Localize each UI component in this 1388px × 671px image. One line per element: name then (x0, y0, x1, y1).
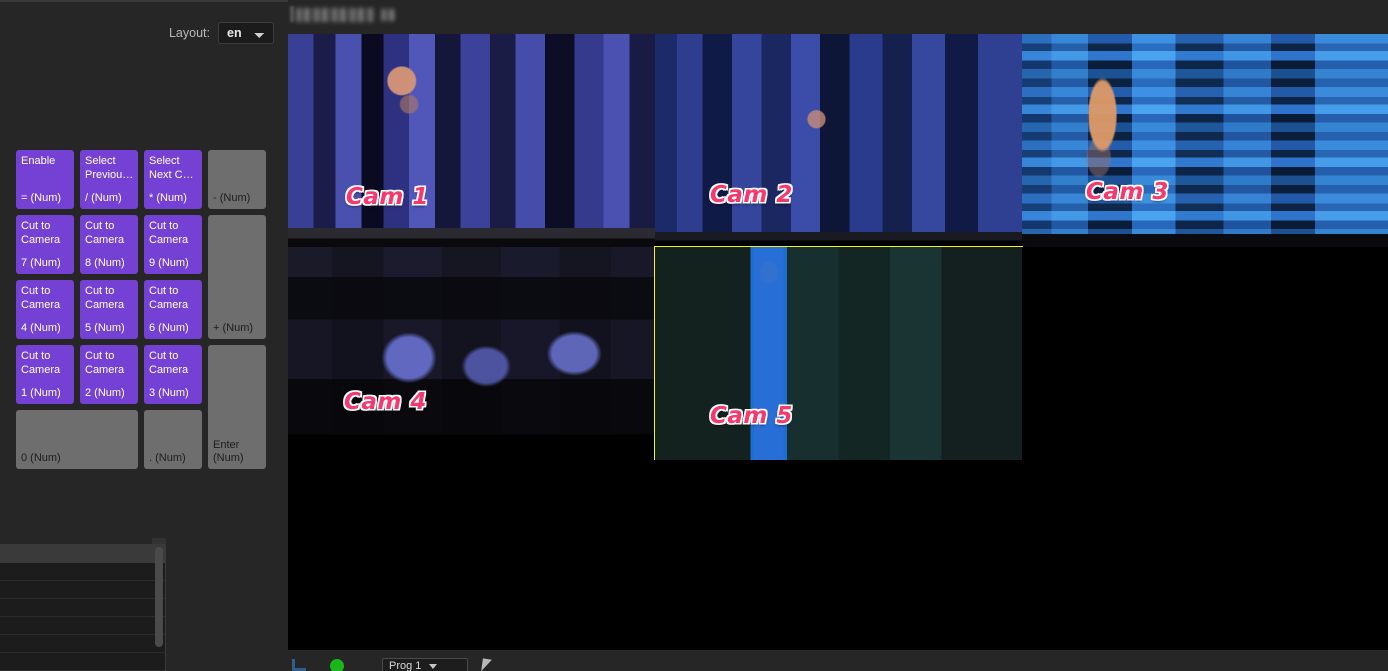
key-cut-to-camera-7[interactable]: Cut to Camera 7 1 (Num) (16, 345, 74, 404)
window-top-bar (288, 0, 1388, 34)
key-enable[interactable]: Enable = (Num) (16, 150, 74, 209)
key-code: * (Num) (149, 192, 187, 204)
key-title: Cut to Camera 9 (149, 350, 189, 376)
key-title: Cut to Camera 2 (85, 220, 125, 246)
key-unassigned-0-num[interactable]: 0 (Num) (16, 410, 138, 469)
key-title: Cut to Camera 1 (21, 220, 61, 246)
key-code: / (Num) (85, 192, 122, 204)
key-unassigned-num[interactable]: + (Num) (208, 215, 266, 339)
keyboard-layout-row: Layout: en (169, 22, 274, 44)
key-unassigned-num[interactable]: - (Num) (208, 150, 266, 209)
list-scrollbar-thumb[interactable] (155, 547, 163, 647)
key-cut-to-camera-2[interactable]: Cut to Camera 2 8 (Num) (80, 215, 138, 274)
key-cut-to-camera-3[interactable]: Cut to Camera 3 9 (Num) (144, 215, 202, 274)
key-code: 7 (Num) (21, 257, 61, 269)
live-status-indicator (330, 659, 344, 671)
redacted-title-text (296, 8, 374, 22)
key-title: Enable (21, 155, 56, 167)
key-code: 8 (Num) (85, 257, 125, 269)
key-title: Cut to Camera 8 (85, 350, 125, 376)
list-item[interactable] (0, 653, 165, 671)
camera-video-feed (288, 247, 655, 460)
program-selector[interactable]: Prog 1 (382, 658, 468, 671)
layout-select[interactable]: en (218, 22, 274, 44)
key-title: Cut to Camera 4 (21, 285, 61, 311)
numpad-shortcut-grid: Enable = (Num) Select Previou… / (Num) Selec… (16, 150, 276, 473)
crop-corner-icon (292, 659, 306, 671)
key-title: Select Next C… (149, 155, 194, 181)
key-code: = (Num) (21, 192, 62, 204)
key-code: . (Num) (149, 452, 186, 464)
key-code: 6 (Num) (149, 322, 189, 334)
multiview-area: Cam 1Cam 2Cam 3 Cam 4Cam 5Cam 6 Cam 7Cam 8… (288, 0, 1388, 671)
app-root: Layout: en Enable = (Num) Select Previou… /… (0, 0, 1388, 671)
shortcut-config-panel: Layout: en Enable = (Num) Select Previou… /… (0, 0, 288, 671)
key-code: 2 (Num) (85, 387, 125, 399)
chevron-down-icon (429, 663, 438, 669)
redacted-secondary-text (381, 9, 395, 21)
key-title: Cut to Camera 3 (149, 220, 189, 246)
camera-tile-1[interactable]: Cam 1 (288, 34, 655, 247)
list-item[interactable] (0, 617, 165, 635)
list-item[interactable] (0, 635, 165, 653)
redacted-edge-marker (290, 6, 294, 22)
key-select-previou[interactable]: Select Previou… / (Num) (80, 150, 138, 209)
key-cut-to-camera-5[interactable]: Cut to Camera 5 5 (Num) (80, 280, 138, 339)
list-item[interactable] (0, 563, 165, 581)
key-title: Cut to Camera 5 (85, 285, 125, 311)
list-item[interactable] (0, 599, 165, 617)
camera-grid: Cam 1Cam 2Cam 3 Cam 4Cam 5Cam 6 Cam 7Cam 8… (288, 34, 1388, 650)
key-code: - (Num) (213, 192, 251, 204)
camera-tile-3[interactable]: Cam 3 (1022, 34, 1388, 247)
key-select-next-c[interactable]: Select Next C… * (Num) (144, 150, 202, 209)
camera-video-feed (1022, 34, 1388, 247)
camera-tile-2[interactable]: Cam 2 (655, 34, 1022, 247)
key-code: 5 (Num) (85, 322, 125, 334)
mouse-cursor (481, 658, 492, 671)
key-code: 1 (Num) (21, 387, 61, 399)
key-code: 9 (Num) (149, 257, 189, 269)
list-item[interactable] (0, 581, 165, 599)
camera-tile-4[interactable]: Cam 4 (288, 247, 655, 460)
key-cut-to-camera-1[interactable]: Cut to Camera 1 7 (Num) (16, 215, 74, 274)
key-title: Select Previou… (85, 155, 133, 181)
camera-video-feed (655, 247, 1022, 460)
key-cut-to-camera-8[interactable]: Cut to Camera 8 2 (Num) (80, 345, 138, 404)
program-selector-label: Prog 1 (389, 660, 422, 671)
camera-video-feed (288, 34, 655, 247)
key-cut-to-camera-4[interactable]: Cut to Camera 4 4 (Num) (16, 280, 74, 339)
camera-tile-7[interactable]: Cam 7 (288, 460, 655, 650)
key-cut-to-camera-6[interactable]: Cut to Camera 6 6 (Num) (144, 280, 202, 339)
list-scrollbar[interactable] (155, 547, 163, 655)
key-title: Cut to Camera 7 (21, 350, 61, 376)
layout-label: Layout: (168, 26, 210, 40)
key-code: 4 (Num) (21, 322, 61, 334)
camera-video-feed (655, 34, 1022, 247)
window-bottom-bar: Prog 1 (288, 650, 1388, 671)
key-unassigned-enter-num[interactable]: Enter (Num) (208, 345, 266, 469)
key-cut-to-camera-9[interactable]: Cut to Camera 9 3 (Num) (144, 345, 202, 404)
list-item[interactable] (0, 545, 165, 563)
item-list-rows (0, 545, 165, 671)
camera-tile-5[interactable]: Cam 5 (654, 246, 1023, 461)
key-code: Enter (Num) (213, 439, 244, 464)
camera-tile-8[interactable]: Cam 8 (655, 460, 1022, 650)
item-list-panel[interactable] (0, 544, 166, 671)
key-unassigned-num[interactable]: . (Num) (144, 410, 202, 469)
camera-tile-9[interactable]: Cam 9 (1022, 460, 1388, 650)
key-code: 0 (Num) (21, 452, 61, 464)
key-title: Cut to Camera 6 (149, 285, 189, 311)
camera-tile-6[interactable]: Cam 6 (1022, 247, 1388, 460)
key-code: + (Num) (213, 322, 254, 334)
key-code: 3 (Num) (149, 387, 189, 399)
